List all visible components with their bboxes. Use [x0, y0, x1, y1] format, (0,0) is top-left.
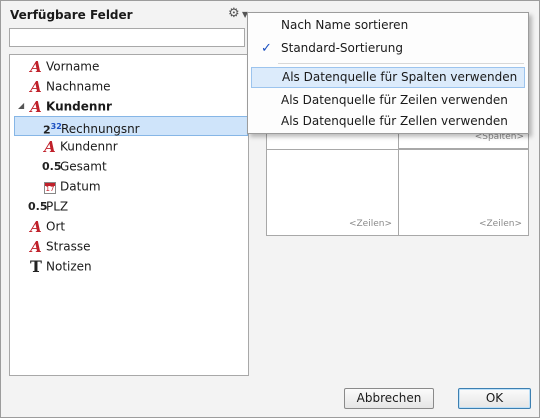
tree-item-label: Ort	[46, 219, 66, 234]
menu-item-default-sort[interactable]: ✓ Standard-Sortierung	[251, 38, 525, 59]
tree-item-nachname[interactable]: A Nachname	[28, 76, 111, 96]
text-field-icon: A	[30, 97, 42, 116]
tree-item-strasse[interactable]: A Strasse	[28, 236, 91, 256]
tree-item-label: Notizen	[46, 259, 92, 274]
tree-item-label: Kundennr	[60, 139, 118, 154]
tree-item-label: PLZ	[46, 199, 69, 214]
cancel-button[interactable]: Abbrechen	[344, 388, 434, 409]
menu-item-use-for-rows[interactable]: Als Datenquelle für Zeilen verwenden	[251, 90, 525, 111]
gear-icon: ⚙	[228, 6, 240, 21]
text-field-icon: A	[30, 217, 42, 236]
text-field-icon: A	[30, 57, 42, 76]
tree-item-ort[interactable]: A Ort	[28, 216, 65, 236]
menu-separator	[278, 63, 524, 64]
text-field-icon: A	[44, 137, 56, 156]
tree-item-label: Nachname	[46, 79, 111, 94]
ok-button[interactable]: OK	[458, 388, 531, 409]
checkmark-icon: ✓	[261, 41, 272, 56]
panel-title: Verfügbare Felder	[10, 8, 133, 22]
rows-drop-zone-left[interactable]: <Zeilen>	[267, 149, 399, 235]
dialog-window: Verfügbare Felder ⚙ ▼ A Vorname A Nachname…	[0, 0, 540, 418]
tree-item-notizen[interactable]: T Notizen	[28, 256, 92, 276]
search-input[interactable]	[9, 28, 245, 47]
tree-item-label: Kundennr	[46, 99, 112, 114]
decimal-field-icon: 0.5	[28, 199, 48, 213]
tree-item-label: Gesamt	[60, 159, 107, 174]
tree-item-kundennr-group[interactable]: ◢ A Kundennr	[10, 96, 248, 116]
expand-arrow-icon[interactable]: ◢	[18, 96, 24, 116]
memo-field-icon: T	[30, 256, 42, 276]
calendar-icon: 17	[44, 181, 56, 194]
menu-item-use-for-columns[interactable]: Als Datenquelle für Spalten verwenden	[251, 67, 525, 88]
pivot-layout-grid: <Spalten> <Zeilen> <Zeilen>	[266, 128, 529, 236]
tree-item-label: Strasse	[46, 239, 91, 254]
tree-item-vorname[interactable]: A Vorname	[28, 56, 99, 76]
rows-drop-zone-right[interactable]: <Zeilen>	[398, 149, 528, 235]
gear-dropdown-menu: Nach Name sortieren ✓ Standard-Sortierun…	[247, 12, 529, 134]
menu-item-sort-by-name[interactable]: Nach Name sortieren	[251, 15, 525, 36]
tree-item-kundennr[interactable]: A Kundennr	[42, 136, 118, 156]
tree-item-plz[interactable]: 0.5PLZ	[28, 196, 68, 216]
menu-item-use-for-cells[interactable]: Als Datenquelle für Zellen verwenden	[251, 111, 525, 132]
text-field-icon: A	[30, 237, 42, 256]
tree-item-label: Rechnungsnr	[61, 121, 140, 136]
tree-item-label: Vorname	[46, 59, 100, 74]
tree-item-rechnungsnr[interactable]: 232Rechnungsnr	[14, 116, 248, 137]
tree-item-datum[interactable]: 17 Datum	[42, 176, 101, 196]
rows-placeholder: <Zeilen>	[478, 219, 522, 229]
text-field-icon: A	[30, 77, 42, 96]
tree-item-label: Datum	[60, 179, 101, 194]
rows-placeholder: <Zeilen>	[348, 219, 392, 229]
field-tree[interactable]: A Vorname A Nachname ◢ A Kundennr 232Rechnu…	[9, 54, 249, 376]
tree-item-gesamt[interactable]: 0.5Gesamt	[42, 156, 107, 176]
decimal-field-icon: 0.5	[42, 159, 62, 173]
